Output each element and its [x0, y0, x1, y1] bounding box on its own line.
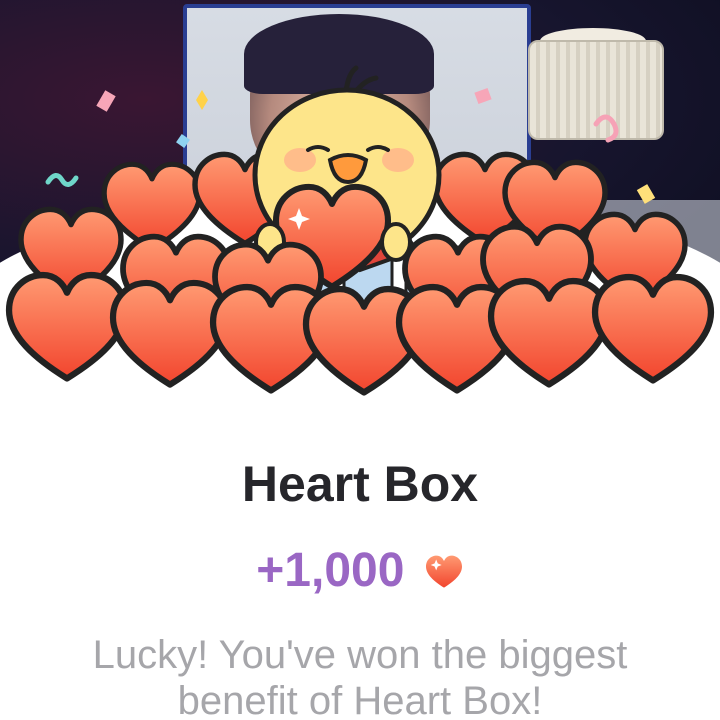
heart-icon: [425, 555, 462, 588]
heart-box-popup: Heart Box +1,000 Lucky! You've won the b…: [0, 0, 720, 720]
heart-pile-illustration: [0, 65, 720, 400]
reward-amount-row: +1,000: [0, 540, 720, 598]
reward-amount: +1,000: [256, 543, 405, 597]
popup-message-line-2: benefit of Heart Box!: [177, 679, 543, 720]
popup-message: Lucky! You've won the biggest benefit of…: [0, 632, 720, 720]
popup-title: Heart Box: [241, 456, 479, 512]
popup-message-line-1: Lucky! You've won the biggest: [92, 633, 628, 677]
